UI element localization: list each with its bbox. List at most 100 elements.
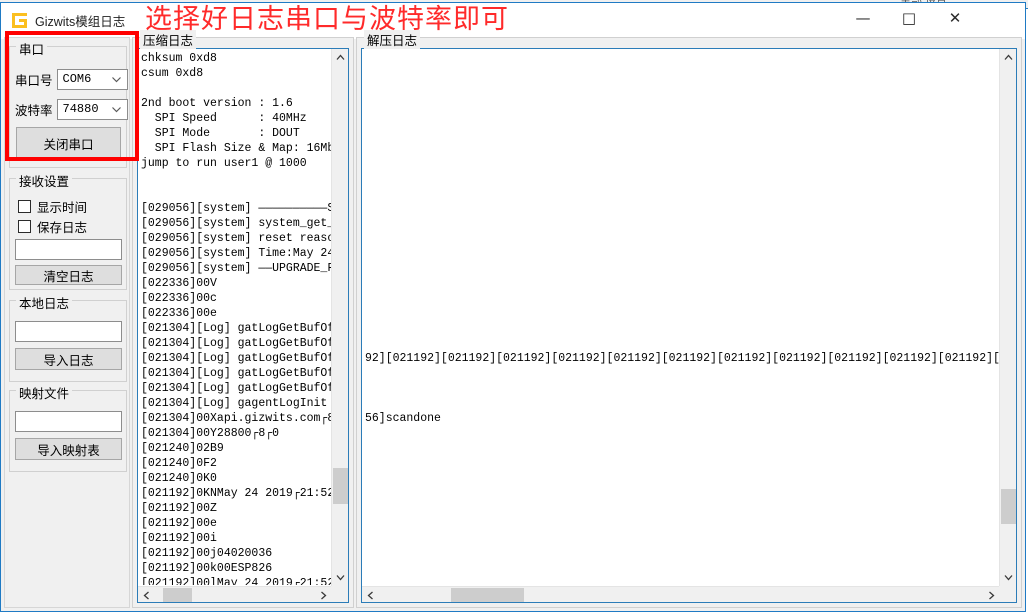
minimize-icon: — [856,11,871,26]
log-line: jump to run user1 @ 1000 [141,156,331,171]
scrollbar-corner [331,586,348,602]
serial-port-label: 串口号 [15,70,53,89]
log-line: [021304][Log] gatLogGetBufOffset [141,366,331,381]
log-line [365,441,999,456]
clear-log-button[interactable]: 清空日志 [15,265,122,285]
serial-port-group-legend: 串口 [16,39,47,58]
scroll-up-icon[interactable] [332,49,349,66]
import-map-label: 导入映射表 [37,440,100,459]
log-line: [022336]00e [141,306,331,321]
log-line: [021304]00Y28800┌8┌0 [141,426,331,441]
log-line [365,561,999,576]
log-line [365,531,999,546]
decompressed-log-legend: 解压日志 [364,30,420,49]
compressed-log-vscroll-thumb[interactable] [333,468,348,503]
log-line: csum 0xd8 [141,66,331,81]
show-time-label: 显示时间 [37,197,87,216]
scroll-right-icon[interactable] [983,587,1000,603]
log-line [365,126,999,141]
serial-port-row: 串口号 COM6 [15,69,128,90]
close-serial-port-label: 关闭串口 [43,134,93,153]
decompressed-log-content: 92][021192][021192][021192][021192][0211… [365,51,999,585]
close-serial-port-button[interactable]: 关闭串口 [16,127,121,160]
log-line [141,171,331,186]
decompressed-log-hscroll-thumb[interactable] [451,588,523,602]
save-log-checkbox-row[interactable]: 保存日志 [18,217,87,236]
compressed-log-legend: 压缩日志 [140,30,196,49]
log-line: [021304]00Xapi.gizwits.com┌80 [141,411,331,426]
log-line [365,66,999,81]
close-button[interactable]: ✕ [932,3,978,33]
log-line [365,156,999,171]
log-line: [021192]00e [141,516,331,531]
log-line: [021240]0F2 [141,456,331,471]
compressed-log-panel: 压缩日志 chksum 0xd8csum 0xd8 2nd boot versi… [132,37,354,608]
maximize-icon: □ [902,11,916,26]
minimize-button[interactable]: — [840,3,886,33]
map-file-path-input[interactable] [15,411,122,432]
log-line [365,366,999,381]
scroll-left-icon[interactable] [138,587,155,603]
log-line: [021304][Log] gatLogGetBufOffset [141,381,331,396]
show-time-checkbox-row[interactable]: 显示时间 [18,197,87,216]
log-line: 56]scandone [365,411,999,426]
compressed-log-horizontal-scrollbar[interactable] [138,586,332,602]
log-line: [029056][system] ——UPGRADE_FW_BI [141,261,331,276]
show-time-checkbox[interactable] [18,200,31,213]
log-line [365,246,999,261]
log-line [141,81,331,96]
log-line [365,396,999,411]
compressed-log-vertical-scrollbar[interactable] [331,49,348,586]
log-line: [021192]0KNMay 24 2019┌21:52:09 [141,486,331,501]
scroll-right-icon[interactable] [315,587,332,603]
application-window: Gizwits模组日志 — □ ✕ 串口 串口号 COM6 [0,2,1026,612]
local-log-group: 本地日志 导入日志 [9,300,127,382]
log-line [141,186,331,201]
compressed-log-hscroll-thumb[interactable] [163,588,192,602]
scroll-down-icon[interactable] [332,569,349,586]
map-file-group: 映射文件 导入映射表 [9,390,127,472]
log-line [365,456,999,471]
decompressed-log-textarea[interactable]: 92][021192][021192][021192][021192][0211… [361,48,1017,603]
log-line: [021192]00k00ESP826 [141,561,331,576]
serial-port-value: COM6 [63,72,92,86]
window-title: Gizwits模组日志 [35,11,125,30]
scroll-left-icon[interactable] [362,587,379,603]
log-line: [021192]00Z [141,501,331,516]
log-line: 2nd boot version : 1.6 [141,96,331,111]
clear-log-label: 清空日志 [43,266,93,285]
log-line [365,471,999,486]
baud-rate-select[interactable]: 74880 [57,99,128,120]
log-line [365,51,999,66]
import-log-button[interactable]: 导入日志 [15,348,122,370]
scroll-up-icon[interactable] [1000,49,1017,66]
log-line [365,96,999,111]
receive-settings-group-legend: 接收设置 [16,171,72,190]
decompressed-log-vertical-scrollbar[interactable] [999,49,1016,586]
log-line: [021304][Log] gatLogGetBufOffset [141,336,331,351]
save-log-checkbox[interactable] [18,220,31,233]
log-line: chksum 0xd8 [141,51,331,66]
scrollbar-corner [999,586,1016,602]
local-log-path-input[interactable] [15,321,122,342]
maximize-button[interactable]: □ [886,3,932,33]
compressed-log-textarea[interactable]: chksum 0xd8csum 0xd8 2nd boot version : … [137,48,349,603]
map-file-group-legend: 映射文件 [16,383,72,402]
log-line [365,381,999,396]
log-line [365,306,999,321]
log-line: SPI Mode : DOUT [141,126,331,141]
scroll-down-icon[interactable] [1000,569,1017,586]
log-line [365,186,999,201]
log-line: 92][021192][021192][021192][021192][0211… [365,351,999,366]
import-map-button[interactable]: 导入映射表 [15,438,122,460]
log-line [365,576,999,585]
log-line [365,336,999,351]
serial-port-select[interactable]: COM6 [57,69,128,90]
log-line [365,111,999,126]
sidebar: 串口 串口号 COM6 波特率 74880 [4,37,130,608]
decompressed-log-horizontal-scrollbar[interactable] [362,586,1000,602]
log-line [365,501,999,516]
save-log-path-input[interactable] [15,239,122,260]
decompressed-log-vscroll-thumb[interactable] [1001,489,1016,524]
log-line: [021304][Log] gagentLogInit wOffs [141,396,331,411]
